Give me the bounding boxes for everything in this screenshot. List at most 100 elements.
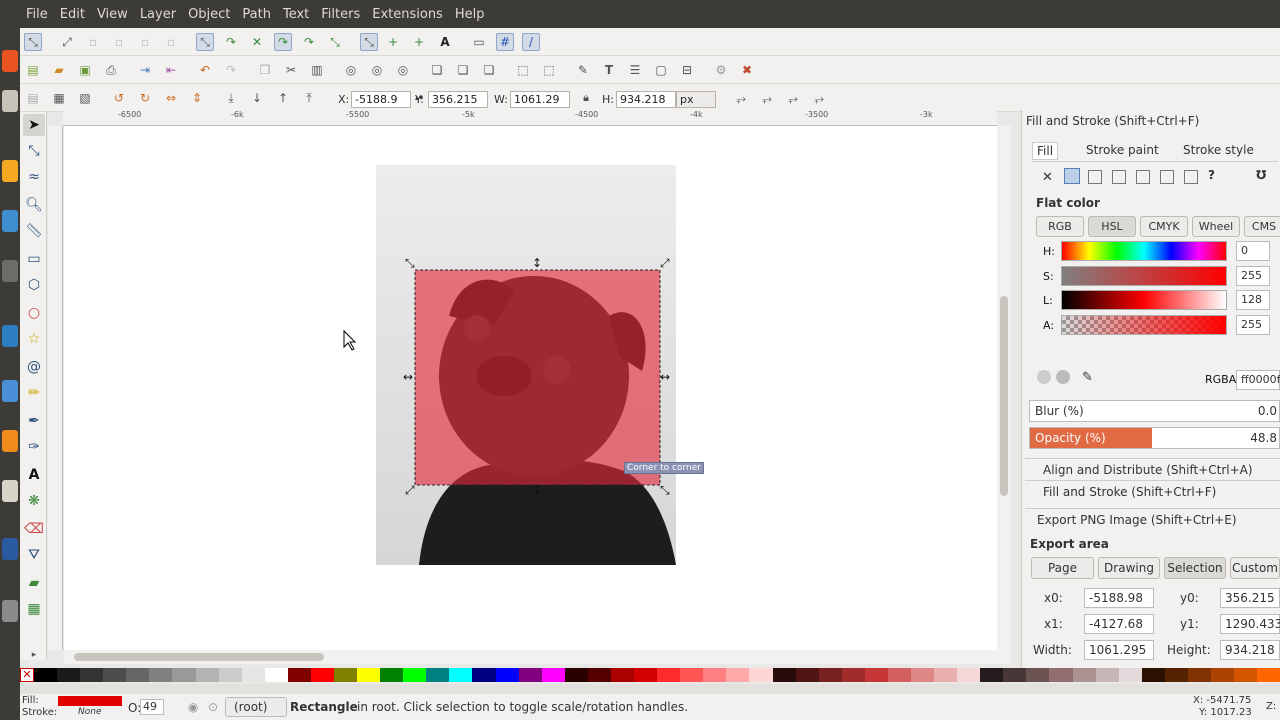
- toolbox-more-icon[interactable]: ▸: [23, 644, 45, 666]
- redo-icon[interactable]: ↷: [222, 61, 240, 79]
- ungroup-icon[interactable]: ⬚: [540, 61, 558, 79]
- snap-intersection-icon[interactable]: ✕: [248, 33, 266, 51]
- menu-edit[interactable]: Edit: [54, 7, 91, 22]
- launcher-app-icon[interactable]: [2, 160, 18, 182]
- launcher-app-icon[interactable]: [2, 90, 18, 112]
- zoom-drawing-icon[interactable]: ◎: [368, 61, 386, 79]
- export-width-field[interactable]: 1061.295: [1084, 640, 1154, 660]
- export-icon[interactable]: ⇤: [162, 61, 180, 79]
- snap-toggle-icon[interactable]: ⤡: [24, 33, 42, 51]
- node-tool-icon[interactable]: ⤡: [23, 140, 45, 162]
- raise-top-icon[interactable]: ⤒: [300, 89, 318, 107]
- y-field[interactable]: 356.215: [428, 91, 488, 108]
- mode-cmyk-button[interactable]: CMYK: [1140, 216, 1188, 237]
- eraser-tool-icon[interactable]: ⌫: [23, 518, 45, 540]
- menu-filters[interactable]: Filters: [315, 7, 366, 22]
- lightness-slider[interactable]: [1061, 290, 1227, 310]
- y0-field[interactable]: 356.215: [1220, 588, 1280, 608]
- select-all-icon[interactable]: ▤: [24, 89, 42, 107]
- fill-stroke-icon[interactable]: ✎: [574, 61, 592, 79]
- rectangle-tool-icon[interactable]: ▭: [23, 248, 45, 270]
- pencil-tool-icon[interactable]: ✏: [23, 382, 45, 404]
- launcher-app-icon[interactable]: [2, 260, 18, 282]
- snap-midpoint-icon[interactable]: ▫: [136, 33, 154, 51]
- menu-layer[interactable]: Layer: [134, 7, 182, 22]
- blur-slider[interactable]: Blur (%) 0.0: [1029, 400, 1280, 422]
- snap-edge-icon[interactable]: ▫: [84, 33, 102, 51]
- rgba-field[interactable]: ff0000ff: [1236, 370, 1280, 390]
- scale-corners-icon[interactable]: ⥅: [758, 89, 776, 107]
- layers-icon[interactable]: ☰: [626, 61, 644, 79]
- menu-help[interactable]: Help: [449, 7, 491, 22]
- snap-page-border-icon[interactable]: ▭: [470, 33, 488, 51]
- spiral-tool-icon[interactable]: @: [23, 356, 45, 378]
- color-managed-icon[interactable]: [1037, 370, 1051, 384]
- mesh-gradient-icon[interactable]: [1136, 170, 1150, 184]
- tab-stroke-style[interactable]: Stroke style: [1183, 143, 1254, 157]
- saturation-slider[interactable]: [1061, 266, 1227, 286]
- status-opacity-field[interactable]: 49: [140, 699, 164, 715]
- export-custom-button[interactable]: Custom: [1230, 557, 1280, 579]
- export-height-field[interactable]: 934.218: [1220, 640, 1280, 660]
- unlink-clone-icon[interactable]: ❏: [480, 61, 498, 79]
- document-properties-icon[interactable]: ✖: [738, 61, 756, 79]
- paint-bucket-tool-icon[interactable]: ⛛: [23, 544, 45, 566]
- launcher-app-icon[interactable]: [2, 50, 18, 72]
- stroke-value[interactable]: None: [78, 707, 101, 717]
- mode-cms-button[interactable]: CMS: [1244, 216, 1280, 237]
- rotate-ccw-icon[interactable]: ↺: [110, 89, 128, 107]
- launcher-app-icon[interactable]: [2, 380, 18, 402]
- star-tool-icon[interactable]: ☆: [23, 328, 45, 350]
- launcher-app-icon[interactable]: [2, 210, 18, 232]
- snap-cusp-icon[interactable]: ↷: [274, 33, 292, 51]
- lower-bottom-icon[interactable]: ⤓: [222, 89, 240, 107]
- raise-icon[interactable]: ↑: [274, 89, 292, 107]
- horizontal-scrollbar[interactable]: [64, 650, 1011, 664]
- pattern-icon[interactable]: [1160, 170, 1174, 184]
- y1-field[interactable]: 1290.433: [1220, 614, 1280, 634]
- x0-field[interactable]: -5188.98: [1084, 588, 1154, 608]
- measure-tool-icon[interactable]: 📏︎: [23, 220, 45, 242]
- snap-nodes-icon[interactable]: ⤡: [196, 33, 214, 51]
- flat-color-icon[interactable]: [1064, 168, 1080, 184]
- layer-lock-icon[interactable]: ⊙: [208, 700, 218, 714]
- lower-icon[interactable]: ↓: [248, 89, 266, 107]
- group-icon[interactable]: ⬚: [514, 61, 532, 79]
- launcher-app-icon[interactable]: [2, 600, 18, 622]
- tab-stroke-paint[interactable]: Stroke paint: [1086, 143, 1159, 157]
- selector-tool-icon[interactable]: ➤: [23, 114, 45, 136]
- fill-swatch[interactable]: [58, 696, 122, 706]
- calligraphy-tool-icon[interactable]: ✑: [23, 436, 45, 458]
- snap-bbox-icon[interactable]: ⤢: [58, 33, 76, 51]
- export-page-button[interactable]: Page: [1031, 557, 1094, 579]
- layer-select[interactable]: (root): [225, 697, 287, 717]
- paste-icon[interactable]: ▥: [308, 61, 326, 79]
- hue-value[interactable]: 0: [1236, 241, 1270, 261]
- rotate-cw-icon[interactable]: ↻: [136, 89, 154, 107]
- align-distribute-panel[interactable]: Align and Distribute (Shift+Ctrl+A): [1025, 458, 1280, 480]
- export-drawing-button[interactable]: Drawing: [1098, 557, 1160, 579]
- menu-view[interactable]: View: [91, 7, 134, 22]
- color-picker-icon[interactable]: ✎: [1082, 370, 1093, 385]
- snap-line-midpoint-icon[interactable]: ⤡: [326, 33, 344, 51]
- alpha-slider[interactable]: [1061, 315, 1227, 335]
- out-of-gamut-icon[interactable]: [1056, 370, 1070, 384]
- no-paint-icon[interactable]: ✕: [1042, 170, 1053, 185]
- ellipse-tool-icon[interactable]: ○: [23, 302, 45, 324]
- hue-slider[interactable]: [1061, 241, 1227, 261]
- swatch-icon[interactable]: [1184, 170, 1198, 184]
- layer-visibility-icon[interactable]: ◉: [188, 700, 198, 714]
- snap-object-center-icon[interactable]: +: [384, 33, 402, 51]
- print-icon[interactable]: ⎙: [102, 61, 120, 79]
- palette-scrollbar[interactable]: [20, 684, 1280, 694]
- vertical-scrollbar[interactable]: [997, 126, 1011, 650]
- width-field[interactable]: 1061.29: [510, 91, 570, 108]
- selected-rectangle[interactable]: [414, 269, 661, 486]
- linear-gradient-icon[interactable]: [1088, 170, 1102, 184]
- x1-field[interactable]: -4127.68: [1084, 614, 1154, 634]
- menu-path[interactable]: Path: [236, 7, 277, 22]
- mode-wheel-button[interactable]: Wheel: [1192, 216, 1240, 237]
- snap-smooth-icon[interactable]: ↷: [300, 33, 318, 51]
- new-document-icon[interactable]: ▤: [24, 61, 42, 79]
- zoom-tool-icon[interactable]: 🔍︎: [23, 194, 45, 216]
